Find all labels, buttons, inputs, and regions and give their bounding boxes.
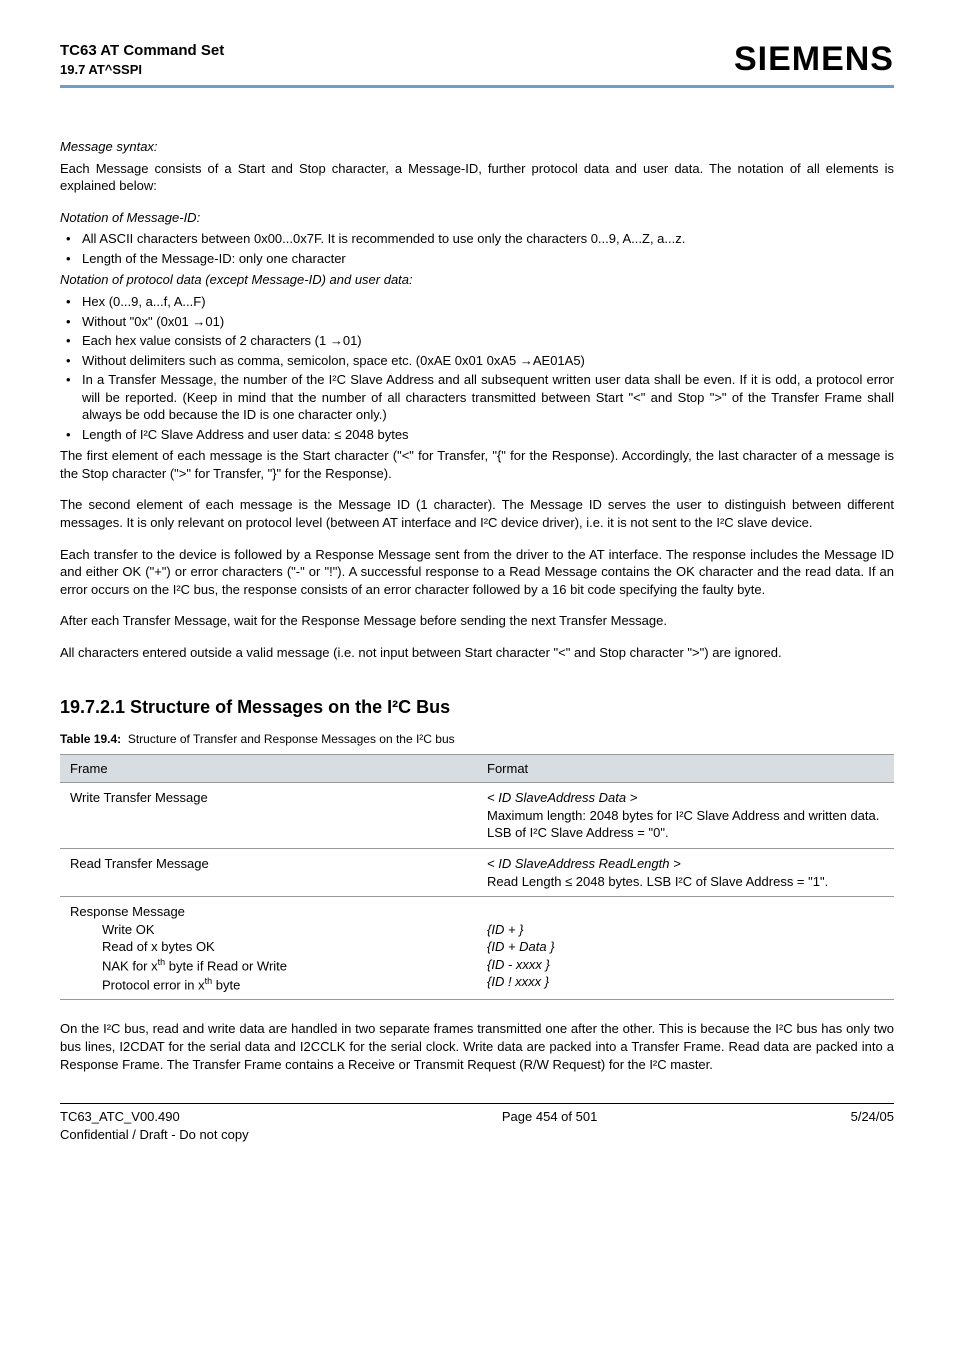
proto-bullets: Hex (0...9, a...f, A...F) Without "0x" (…: [60, 293, 894, 443]
doc-title: TC63 AT Command Set: [60, 40, 224, 61]
cell-format: {ID + } {ID + Data } {ID - xxxx } {ID ! …: [477, 897, 894, 1000]
notation-proto-label: Notation of protocol data (except Messag…: [60, 271, 894, 289]
list-item: Hex (0...9, a...f, A...F): [60, 293, 894, 311]
resp-label: Response Message: [70, 904, 185, 919]
body-paragraph: On the I²C bus, read and write data are …: [60, 1020, 894, 1073]
format-syntax: {ID - xxxx }: [487, 957, 550, 972]
message-syntax-label: Message syntax:: [60, 138, 894, 156]
col-format: Format: [477, 755, 894, 783]
superscript-th: th: [158, 957, 166, 967]
brand-logo: SIEMENS: [734, 40, 894, 79]
body-paragraph: The second element of each message is th…: [60, 496, 894, 531]
resp-err-part1: Protocol error in x: [102, 977, 205, 992]
col-frame: Frame: [60, 755, 477, 783]
footer-left: TC63_ATC_V00.490 Confidential / Draft - …: [60, 1108, 249, 1143]
list-item: Length of the Message-ID: only one chara…: [60, 250, 894, 268]
body-paragraph: The first element of each message is the…: [60, 447, 894, 482]
message-syntax-text: Each Message consists of a Start and Sto…: [60, 160, 894, 195]
resp-nak-part2: byte if Read or Write: [165, 958, 287, 973]
table-row: Write Transfer Message < ID SlaveAddress…: [60, 783, 894, 849]
list-item: Without delimiters such as comma, semico…: [60, 352, 894, 370]
list-item: Each hex value consists of 2 characters …: [60, 332, 894, 350]
footer-page: Page 454 of 501: [502, 1108, 597, 1143]
format-desc: Maximum length: 2048 bytes for I²C Slave…: [487, 808, 879, 841]
resp-err-part2: byte: [212, 977, 240, 992]
cell-frame: Response Message Write OK Read of x byte…: [60, 897, 477, 1000]
list-item: Without "0x" (0x01 →01): [60, 313, 894, 331]
table-caption-bold: Table 19.4:: [60, 732, 121, 746]
page-header: TC63 AT Command Set 19.7 AT^SSPI SIEMENS: [60, 40, 894, 79]
cell-format: < ID SlaveAddress Data > Maximum length:…: [477, 783, 894, 849]
notation-msgid-label: Notation of Message-ID:: [60, 209, 894, 227]
superscript-th: th: [205, 976, 213, 986]
footer-divider: [60, 1103, 894, 1104]
resp-read-ok: Read of x bytes OK: [70, 938, 467, 956]
resp-nak-part1: NAK for x: [102, 958, 158, 973]
list-item: All ASCII characters between 0x00...0x7F…: [60, 230, 894, 248]
cell-frame: Read Transfer Message: [60, 848, 477, 896]
header-left: TC63 AT Command Set 19.7 AT^SSPI: [60, 40, 224, 79]
doc-subsection: 19.7 AT^SSPI: [60, 61, 224, 79]
table-caption: Table 19.4: Structure of Transfer and Re…: [60, 732, 894, 746]
table-caption-rest: Structure of Transfer and Response Messa…: [128, 732, 455, 746]
resp-write-ok: Write OK: [70, 921, 467, 939]
footer-confidential: Confidential / Draft - Do not copy: [60, 1127, 249, 1142]
footer-date: 5/24/05: [851, 1108, 894, 1143]
resp-nak: NAK for xth byte if Read or Write: [70, 956, 467, 975]
msgid-bullets: All ASCII characters between 0x00...0x7F…: [60, 230, 894, 267]
format-syntax: < ID SlaveAddress ReadLength >: [487, 856, 681, 871]
list-item: Length of I²C Slave Address and user dat…: [60, 426, 894, 444]
table-header-row: Frame Format: [60, 755, 894, 783]
list-item: In a Transfer Message, the number of the…: [60, 371, 894, 424]
body-paragraph: Each transfer to the device is followed …: [60, 546, 894, 599]
format-desc: Read Length ≤ 2048 bytes. LSB I²C of Sla…: [487, 874, 828, 889]
messages-table: Frame Format Write Transfer Message < ID…: [60, 754, 894, 1000]
footer-doc-id: TC63_ATC_V00.490: [60, 1109, 180, 1124]
table-row: Response Message Write OK Read of x byte…: [60, 897, 894, 1000]
format-syntax: {ID + Data }: [487, 939, 555, 954]
format-syntax: {ID ! xxxx }: [487, 974, 549, 989]
body-paragraph: After each Transfer Message, wait for th…: [60, 612, 894, 630]
page-footer: TC63_ATC_V00.490 Confidential / Draft - …: [60, 1108, 894, 1143]
section-heading: 19.7.2.1 Structure of Messages on the I²…: [60, 697, 894, 718]
header-divider: [60, 85, 894, 88]
body-paragraph: All characters entered outside a valid m…: [60, 644, 894, 662]
table-row: Read Transfer Message < ID SlaveAddress …: [60, 848, 894, 896]
cell-frame: Write Transfer Message: [60, 783, 477, 849]
resp-proto-error: Protocol error in xth byte: [70, 975, 467, 994]
format-syntax: {ID + }: [487, 922, 524, 937]
format-syntax: < ID SlaveAddress Data >: [487, 790, 637, 805]
cell-format: < ID SlaveAddress ReadLength > Read Leng…: [477, 848, 894, 896]
